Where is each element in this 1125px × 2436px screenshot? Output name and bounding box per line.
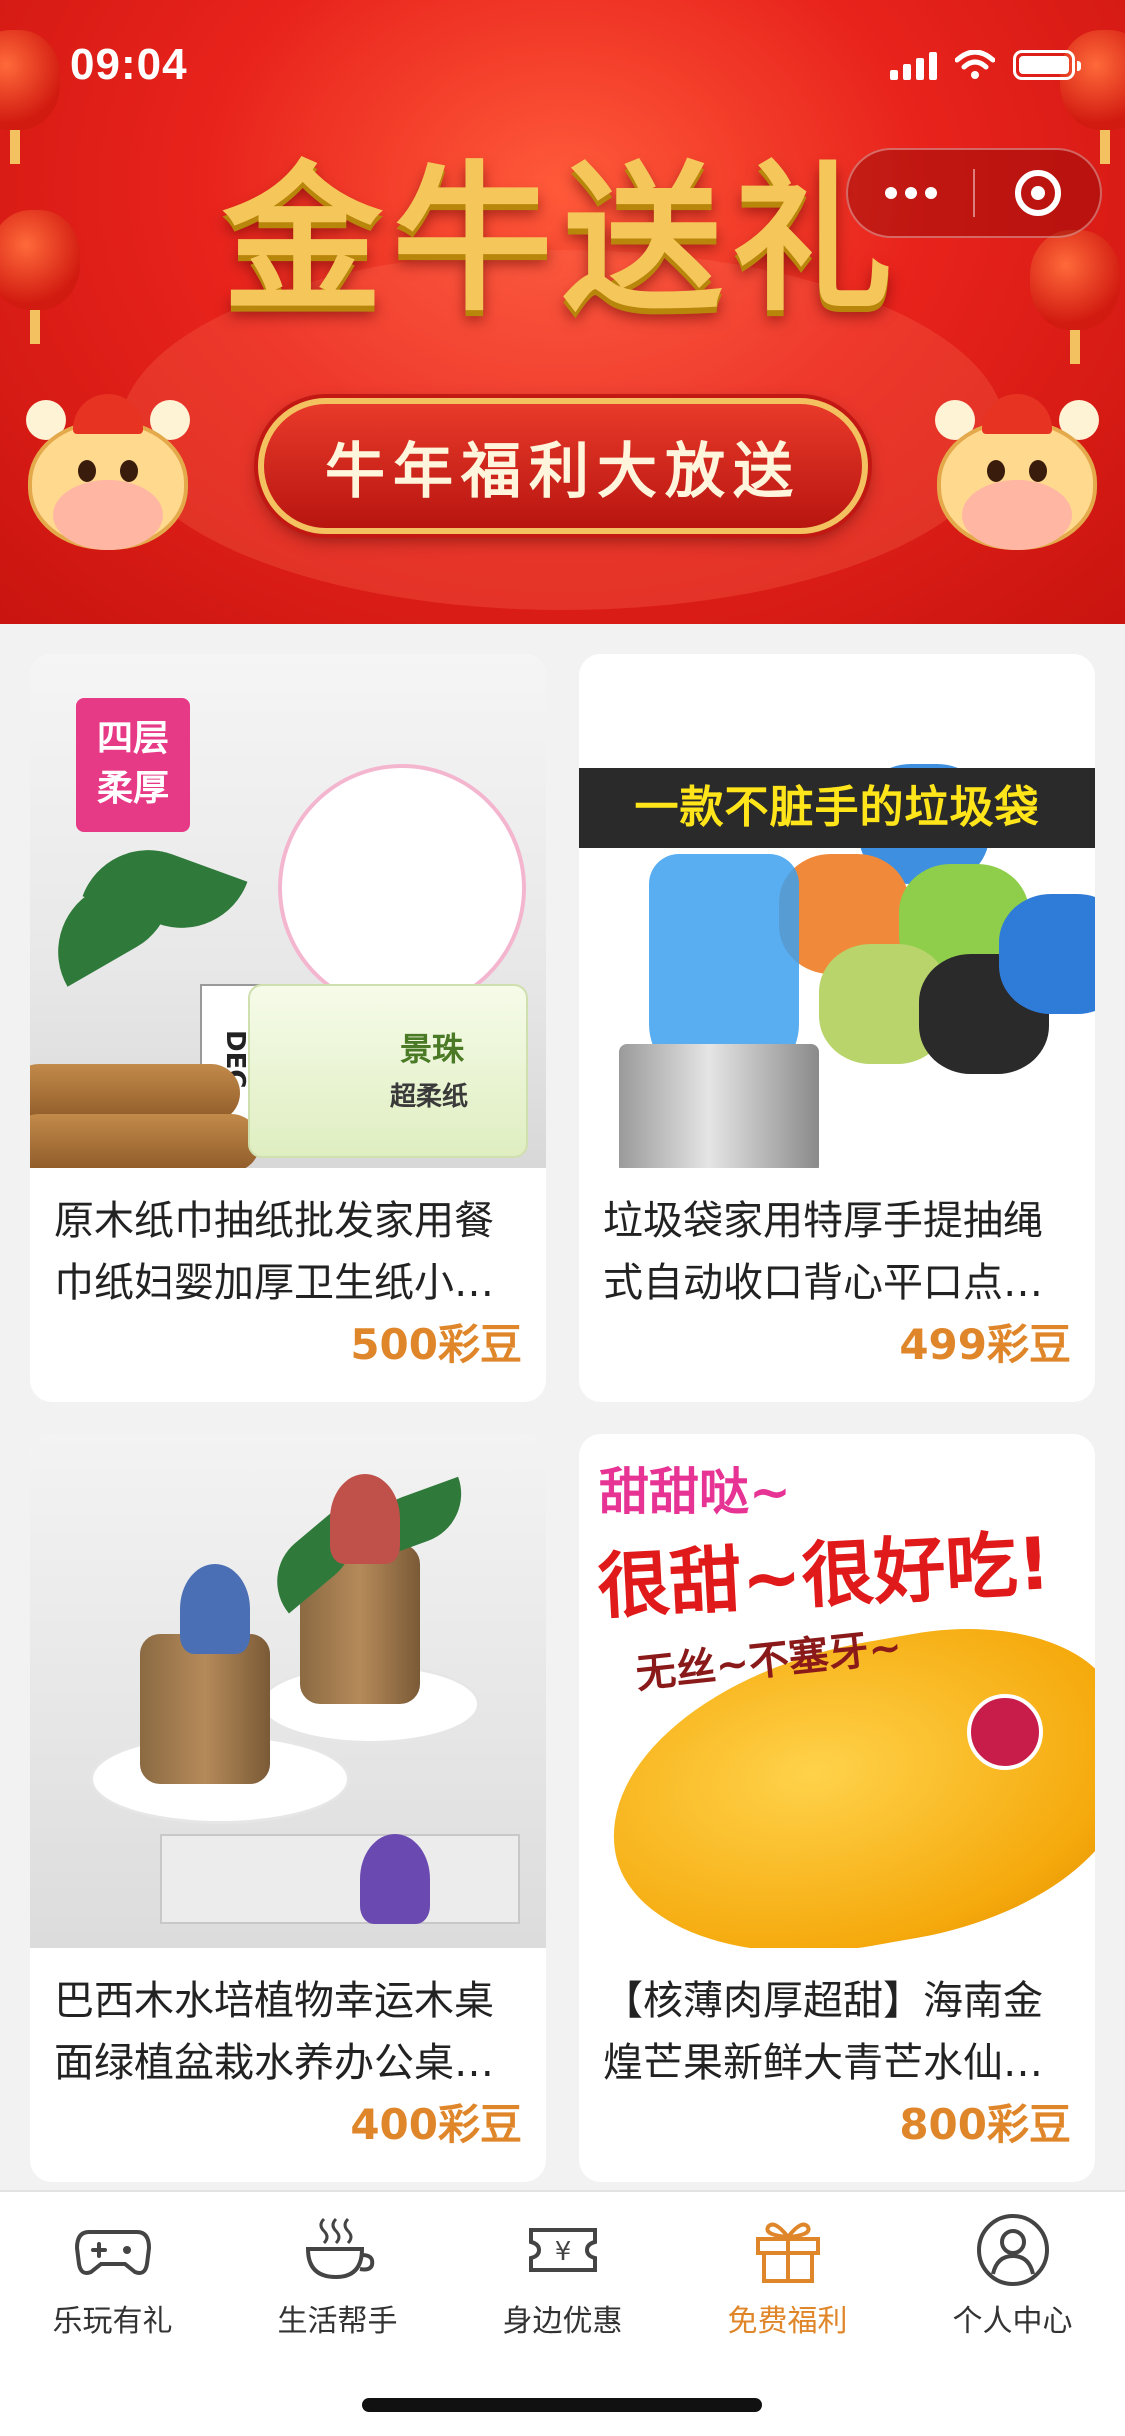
tissue-zoom-circle (278, 764, 526, 1012)
bag-roll (999, 894, 1095, 1014)
tab-games[interactable]: 乐玩有礼 (0, 2192, 225, 2352)
status-time: 09:04 (70, 40, 188, 89)
promo-banner[interactable]: 09:04 金牛送礼 牛年福利大放送 (0, 0, 1125, 624)
banner-pill-text: 牛年福利大放送 (325, 436, 801, 507)
signal-icon (890, 50, 937, 80)
coupon-ticket-icon: ¥ (523, 2212, 603, 2288)
trash-bin (619, 1044, 819, 1168)
ox-mascot-icon (8, 380, 208, 580)
product-title: 巴西木水培植物幸运木桌面绿植盆栽水养办公桌… (54, 1978, 494, 2086)
book-stack (160, 1834, 520, 1924)
image-text-sweet: 甜甜哒~ (599, 1463, 791, 1521)
product-title: 【核薄肉厚超甜】海南金煌芒果新鲜大青芒水仙… (603, 1978, 1043, 2086)
tab-label: 乐玩有礼 (52, 2304, 173, 2339)
product-price: 400彩豆 (350, 2100, 522, 2149)
tab-label: 生活帮手 (277, 2304, 398, 2339)
user-icon (973, 2212, 1053, 2288)
banner-pill: 牛年福利大放送 (258, 398, 868, 534)
image-banner-text: 一款不脏手的垃圾袋 (579, 768, 1095, 848)
gift-icon (748, 2212, 828, 2288)
product-image-lucky-wood (30, 1434, 546, 1948)
tab-free-benefits[interactable]: 免费福利 (675, 2192, 900, 2352)
coffee-cup-icon (298, 2212, 378, 2288)
product-price: 499彩豆 (899, 1320, 1071, 1369)
wood-log (30, 1114, 260, 1168)
tissue-sub: 超柔纸 (390, 1082, 469, 1112)
product-price: 500彩豆 (350, 1320, 522, 1369)
doll-figure (360, 1834, 430, 1924)
mango-sticker (967, 1694, 1043, 1770)
product-image-mango: 甜甜哒~ 很甜~很好吃! 无丝~不塞牙~ (579, 1434, 1095, 1948)
product-price: 800彩豆 (899, 2100, 1071, 2149)
tab-label: 免费福利 (727, 2304, 848, 2339)
tab-label: 身边优惠 (502, 2304, 623, 2339)
product-title: 垃圾袋家用特厚手提抽绳式自动收口背心平口点… (603, 1198, 1043, 1306)
tab-label: 个人中心 (952, 2304, 1073, 2339)
product-title: 原木纸巾抽纸批发家用餐巾纸妇婴加厚卫生纸小… (54, 1198, 494, 1306)
screen: 09:04 金牛送礼 牛年福利大放送 四层 柔厚 DEC 景珠 超柔纸 原木纸巾… (0, 0, 1125, 2436)
product-card[interactable]: 巴西木水培植物幸运木桌面绿植盆栽水养办公桌… 400彩豆 (30, 1434, 546, 2182)
tab-nearby-deals[interactable]: ¥ 身边优惠 (450, 2192, 675, 2352)
banner-title: 金牛送礼 (222, 146, 903, 333)
doll-figure (180, 1564, 250, 1654)
tissue-pack: 景珠 超柔纸 (248, 984, 528, 1158)
status-icons (890, 50, 1081, 80)
product-card[interactable]: 一款不脏手的垃圾袋 垃圾袋家用特厚手提抽绳式自动收口背心平口点… 499彩豆 (579, 654, 1095, 1402)
product-card[interactable]: 四层 柔厚 DEC 景珠 超柔纸 原木纸巾抽纸批发家用餐巾纸妇婴加厚卫生纸小… … (30, 654, 546, 1402)
doll-figure (330, 1474, 400, 1564)
wifi-icon (955, 50, 995, 79)
wood-stump (140, 1634, 270, 1784)
tab-profile[interactable]: 个人中心 (900, 2192, 1125, 2352)
product-tag: 四层 柔厚 (76, 698, 190, 832)
home-indicator (362, 2398, 762, 2412)
ox-mascot-icon (917, 380, 1117, 580)
product-card[interactable]: 甜甜哒~ 很甜~很好吃! 无丝~不塞牙~ 【核薄肉厚超甜】海南金煌芒果新鲜大青芒… (579, 1434, 1095, 2182)
tab-life-helper[interactable]: 生活帮手 (225, 2192, 450, 2352)
image-text-tasty: 很甜~很好吃! (595, 1521, 1053, 1629)
tissue-brand: 景珠 (400, 1030, 465, 1068)
product-image-tissue: 四层 柔厚 DEC 景珠 超柔纸 (30, 654, 546, 1168)
product-image-trash-bags: 一款不脏手的垃圾袋 (579, 654, 1095, 1168)
gamepad-icon (73, 2212, 153, 2288)
svg-text:¥: ¥ (554, 2237, 571, 2267)
product-grid: 四层 柔厚 DEC 景珠 超柔纸 原木纸巾抽纸批发家用餐巾纸妇婴加厚卫生纸小… … (30, 654, 1095, 2182)
battery-icon (1013, 50, 1081, 80)
